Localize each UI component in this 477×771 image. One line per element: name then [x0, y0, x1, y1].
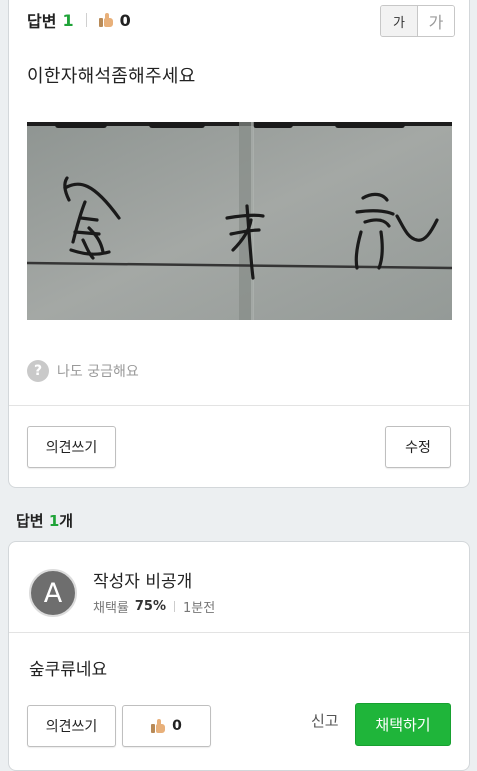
edit-button[interactable]: 수정 — [385, 426, 451, 468]
answers-heading-count: 1 — [48, 512, 60, 530]
answer-comment-button[interactable]: 의견쓰기 — [27, 705, 116, 747]
adoption-rate: 75% — [134, 599, 167, 614]
meta-separator — [174, 601, 176, 612]
answers-heading-suffix: 개 — [59, 512, 74, 530]
font-size-small-button[interactable]: 가 — [381, 6, 418, 36]
thumbs-up-icon — [151, 719, 166, 733]
curious-button[interactable]: ? 나도 궁금해요 — [27, 360, 139, 382]
thumbs-up-icon[interactable] — [98, 13, 113, 27]
answer-like-button[interactable]: 0 — [122, 705, 211, 747]
question-header: 답변 1 0 — [27, 9, 131, 32]
font-size-toggle: 가 가 — [380, 5, 455, 37]
question-mark-icon: ? — [27, 360, 49, 382]
answer-time: 1분전 — [183, 601, 216, 616]
adoption-label: 채택률 — [93, 601, 129, 616]
answers-heading-label: 답변 — [16, 512, 44, 530]
report-link[interactable]: 신고 — [311, 710, 339, 731]
like-count: 0 — [119, 10, 131, 30]
font-size-large-button[interactable]: 가 — [418, 6, 454, 36]
author-name: 작성자 비공개 — [93, 572, 193, 592]
answer-label: 답변 — [27, 12, 57, 31]
question-card: 답변 1 0 가 가 이한자해석좀해주세요 ? 나도 궁금해요 의견쓰기 수정 — [8, 0, 470, 488]
answers-heading: 답변 1개 — [16, 510, 73, 531]
header-separator — [85, 13, 87, 27]
question-photo[interactable] — [27, 122, 452, 320]
question-title: 이한자해석좀해주세요 — [27, 66, 196, 87]
question-divider — [9, 405, 469, 406]
answer-divider — [9, 632, 469, 633]
answer-text: 숲쿠류네요 — [29, 660, 108, 680]
avatar[interactable]: A — [29, 569, 77, 617]
curious-label: 나도 궁금해요 — [57, 364, 139, 380]
answer-card: A 작성자 비공개 채택률 75% 1분전 숲쿠류네요 의견쓰기 0 신고 채택… — [8, 541, 470, 771]
question-comment-button[interactable]: 의견쓰기 — [27, 426, 116, 468]
adopt-button[interactable]: 채택하기 — [355, 703, 451, 746]
answer-like-count: 0 — [172, 718, 182, 734]
author-meta: 채택률 75% 1분전 — [93, 597, 215, 616]
answer-count: 1 — [62, 10, 74, 30]
